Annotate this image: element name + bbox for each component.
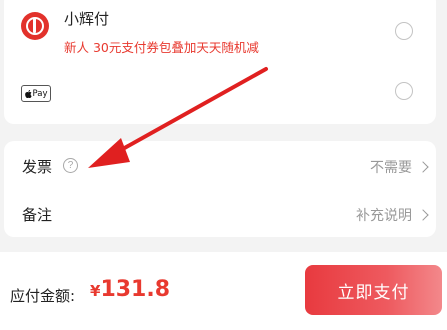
xiaohuifu-logo-icon — [21, 12, 49, 40]
apple-pay-label: Pay — [32, 88, 48, 99]
payment-promo-text: 新人 30元支付券包叠加天天随机减 — [64, 40, 259, 55]
checkout-bar: 应付金额: ¥131.8 立即支付 — [0, 252, 447, 330]
remark-label: 备注 — [22, 206, 53, 224]
order-options-card: 发票 ? 不需要 备注 补充说明 — [4, 141, 436, 237]
chevron-right-icon[interactable] — [417, 209, 429, 221]
currency-symbol: ¥ — [90, 282, 101, 300]
amount-value: ¥131.8 — [90, 277, 170, 302]
invoice-value[interactable]: 不需要 — [370, 157, 412, 177]
payment-method-card: 小辉付 新人 30元支付券包叠加天天随机减 Pay — [4, 0, 436, 124]
apple-logo-icon — [24, 89, 32, 98]
xiaohuifu-radio[interactable] — [395, 22, 413, 40]
payment-method-name: 小辉付 — [64, 10, 110, 28]
chevron-right-icon[interactable] — [417, 161, 429, 173]
amount-label: 应付金额: — [10, 287, 76, 305]
apple-pay-icon: Pay — [21, 85, 51, 102]
help-icon[interactable]: ? — [63, 158, 78, 173]
pay-now-button[interactable]: 立即支付 — [305, 265, 442, 315]
apple-pay-radio[interactable] — [395, 82, 413, 100]
remark-value[interactable]: 补充说明 — [356, 205, 412, 225]
amount-number: 131.8 — [100, 277, 171, 302]
invoice-label: 发票 — [22, 158, 53, 176]
